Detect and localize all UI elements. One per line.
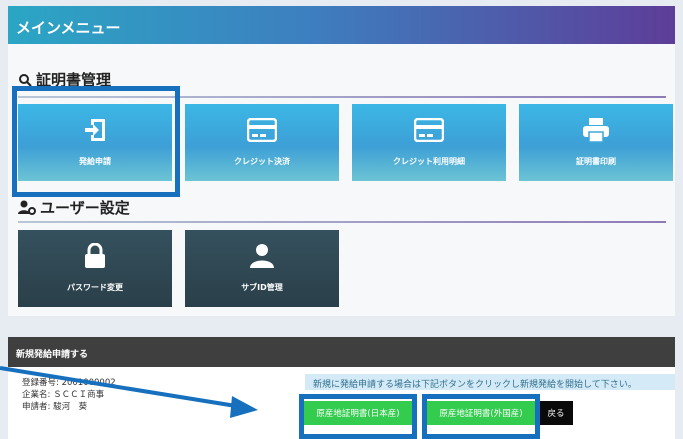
page-title: メインメニュー: [16, 19, 121, 37]
origin-certificate-foreign-button[interactable]: 原産地証明書(外国産): [427, 401, 535, 425]
tile-issue-application[interactable]: 発給申請: [18, 104, 172, 181]
tile-certificate-print[interactable]: 証明書印刷: [519, 104, 673, 181]
user-section-title: ユーザー設定: [18, 197, 130, 218]
search-icon: [19, 73, 32, 87]
certificate-section-label: 証明書管理: [36, 71, 112, 89]
card-title: 新規発給申請する: [8, 337, 675, 367]
info-notice: 新規に発給申請する場合は下記ボタンをクリックし新規発給を開始して下さい。: [305, 374, 675, 390]
origin-certificate-japan-button[interactable]: 原産地証明書(日本産): [304, 401, 412, 425]
tile-label: クレジット利用明細: [393, 157, 465, 166]
user-icon: [249, 242, 275, 270]
credit-card-icon: [414, 116, 444, 144]
tile-sub-id-management[interactable]: サブID管理: [185, 230, 339, 307]
lock-icon: [84, 242, 106, 270]
tile-credit-payment[interactable]: クレジット決済: [185, 104, 339, 181]
tile-label: サブID管理: [241, 283, 283, 292]
tile-password-change[interactable]: パスワード変更: [18, 230, 172, 307]
tile-label: パスワード変更: [67, 283, 123, 292]
credit-card-icon: [247, 116, 277, 144]
tile-label: 証明書印刷: [576, 157, 616, 166]
certificate-section-title: 証明書管理: [18, 69, 111, 90]
section-divider: [18, 221, 666, 223]
tile-label: 発給申請: [79, 157, 111, 166]
applicant-info: 登録番号: 2001000002 企業名: ＳＣＣＩ商事 申請者: 駿河 葵: [22, 377, 116, 413]
tile-label: クレジット決済: [234, 157, 290, 166]
tile-credit-statement[interactable]: クレジット利用明細: [352, 104, 506, 181]
back-button[interactable]: 戻る: [539, 401, 573, 425]
menu-panel: 証明書管理 発給申請 クレジット決済 クレジット利用明細 証明書印刷 ユーザー設…: [8, 44, 675, 316]
applicant-name: 申請者: 駿河 葵: [22, 402, 88, 412]
company-name: 企業名: ＳＣＣＩ商事: [22, 390, 105, 400]
sign-in-icon: [83, 116, 107, 144]
member-number: 登録番号: 2001000002: [22, 378, 116, 388]
printer-icon: [582, 116, 610, 144]
main-menu-header: メインメニュー: [8, 6, 675, 44]
user-gear-icon: [18, 200, 36, 215]
section-divider: [18, 96, 666, 98]
user-section-label: ユーザー設定: [40, 199, 130, 217]
